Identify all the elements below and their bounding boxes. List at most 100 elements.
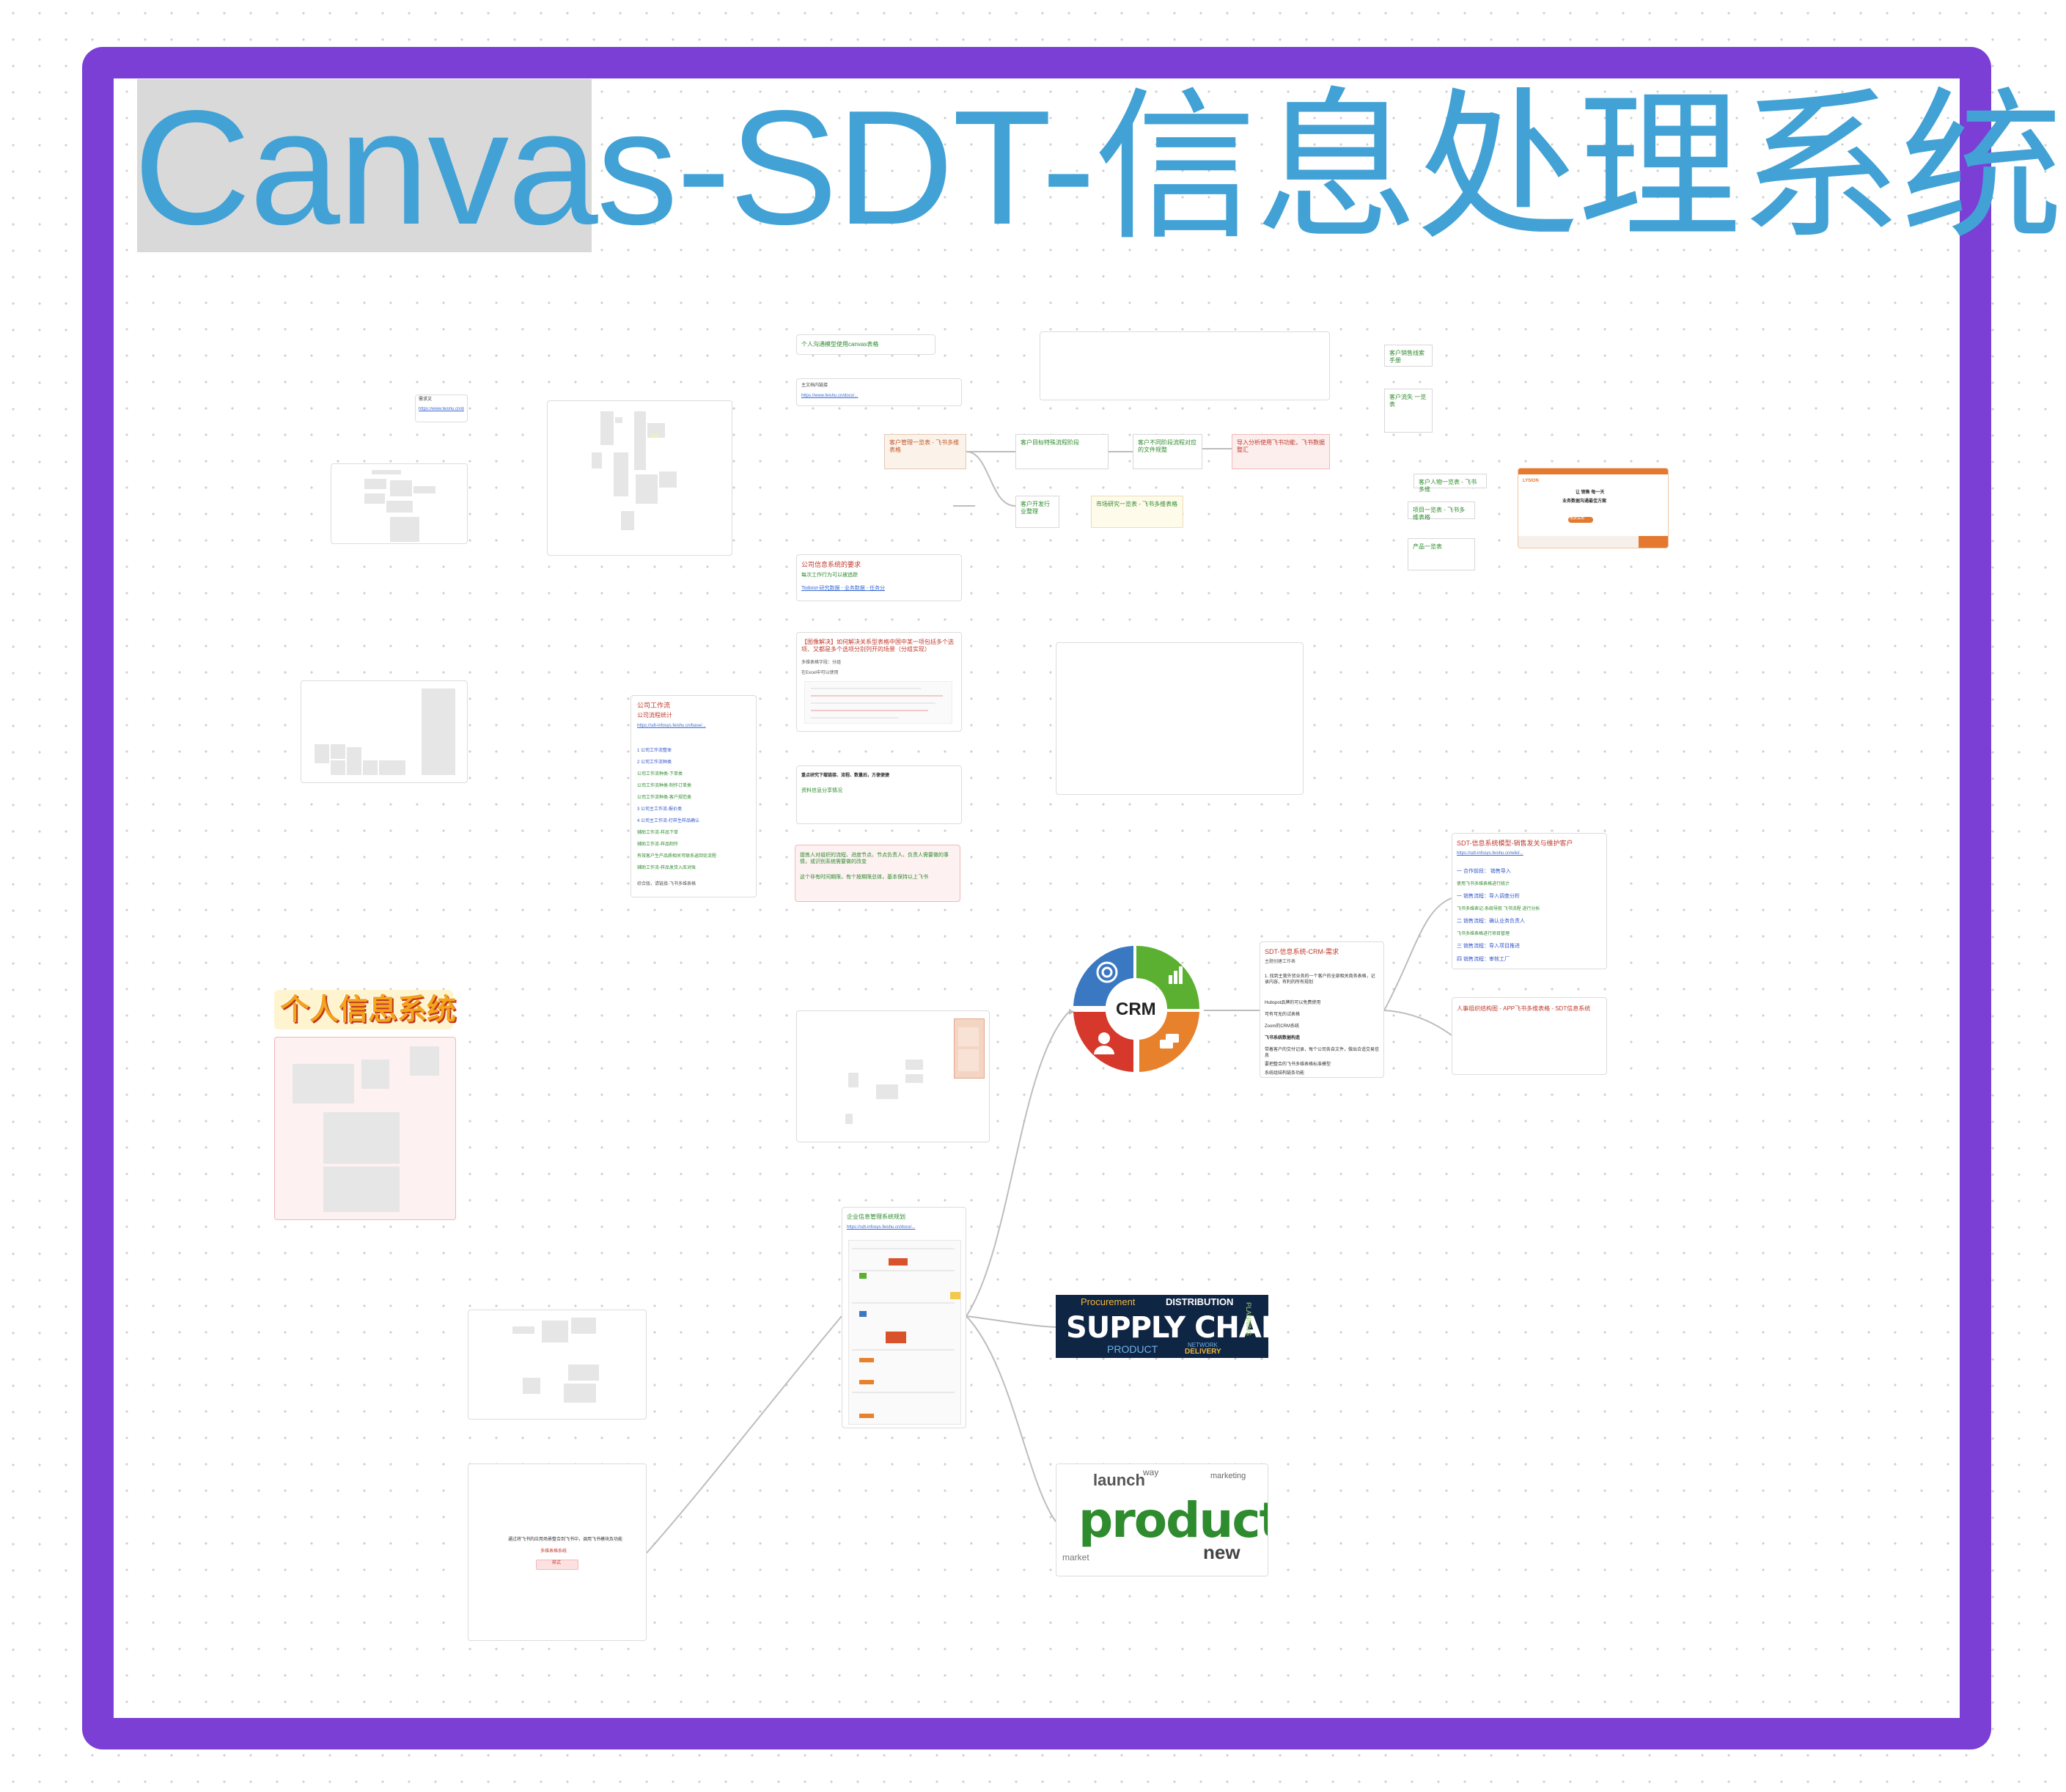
enterprise-title: 企业信息管理系统规划 [847, 1213, 905, 1220]
flow-node-1[interactable]: 客户目标特殊流程阶段 [1015, 434, 1109, 469]
bottom-note-line1: 通过将飞书的应用场景整合到飞书中，调用飞书模块及功能 [508, 1538, 623, 1542]
website-top-bar [1518, 469, 1668, 474]
website-preview-card[interactable]: LYSION 让 销售 每一天 业务数据沟通最佳方案 免费试用 [1518, 468, 1669, 548]
mindmap-thumbnail[interactable] [547, 400, 732, 556]
solution-table-preview [804, 681, 952, 724]
page-title[interactable]: Canvas-SDT-信息处理系统 [133, 62, 2063, 274]
requirements-line: 每次工作行为可以被追踪 [801, 573, 858, 578]
empty-right-card[interactable] [1056, 642, 1304, 795]
workflow-item-10[interactable]: 辅助工作流-样品发货入库对账 [637, 866, 696, 872]
sales-item-6: 三 销售流程：导入项目推进 [1457, 944, 1520, 949]
crm-doc-line-3: Zoom的CRM系统 [1265, 1024, 1300, 1029]
bottom-note-card[interactable]: 通过将飞书的应用场景整合到飞书中，调用飞书模块及功能 多维表格系统 样式 [468, 1464, 647, 1641]
workflow-item-3[interactable]: 公司工作流种类-制作订单类 [637, 784, 691, 790]
personal-info-sticker-text: 个人信息系统 [280, 993, 456, 1027]
diagram-thumbnail-b[interactable] [468, 1310, 647, 1420]
empty-top-card[interactable] [1040, 331, 1330, 400]
flow-node-4[interactable]: 客户开发行业整理 [1015, 496, 1059, 528]
goal-card[interactable]: 重点研究下载链接、流程、数量后，方便便捷 资料信息分享情况 [796, 765, 962, 824]
sales-item-0: 一 合作前段： 销售导入 [1457, 869, 1511, 874]
website-footer-accent [1639, 536, 1668, 548]
crm-doc-card[interactable]: SDT-信息系统-CRM-需求 主题创建工作表 1. 找到主营外贸业务的一个客户… [1260, 941, 1384, 1078]
product-cloud-word-4: market [1062, 1552, 1089, 1563]
table-thumbnail[interactable] [301, 680, 468, 783]
hr-doc-card[interactable]: 人事组织结构图 - APP飞书多维表格 - SDT信息系统 [1452, 997, 1607, 1075]
requirements-link[interactable]: Todoist-研究数据 - 业务数据 - 任务分 [801, 586, 885, 592]
supply-chain-word-4: DELIVERY [1185, 1348, 1221, 1356]
crm-doc-sub: 主题创建工作表 [1265, 960, 1296, 964]
goal-line1: 重点研究下载链接、流程、数量后，方便便捷 [801, 774, 890, 778]
flow-node-2[interactable]: 客户不同阶段流程对应的文件规整 [1133, 434, 1202, 469]
personal-info-sticker[interactable]: 个人信息系统 [274, 990, 456, 1029]
workflow-item-0[interactable]: 1 公司工作流整体 [637, 749, 672, 754]
sales-doc-link[interactable]: https://sdt-infosys.feishu.cn/wiki/... [1457, 851, 1523, 857]
sales-item-5: 飞书多维表格进行项目管理 [1457, 932, 1510, 936]
sales-doc-card[interactable]: SDT-信息系统模型-销售发关与维护客户 https://sdt-infosys… [1452, 833, 1607, 969]
workflow-item-11[interactable]: 综合版，请链接-飞书多维表格 [637, 882, 696, 888]
workflow-item-2[interactable]: 公司工作流种类-下单类 [637, 772, 683, 778]
small-ref-link[interactable]: https://www.feishu.cn/docx/... [419, 407, 464, 413]
solution-card[interactable]: 【图像解决】如何解决关系型表格中国中某一项包括多个选项、又都是多个选项分别列开的… [796, 632, 962, 732]
flow-node-start[interactable]: 客户管理一览表 - 飞书多维表格 [884, 434, 966, 469]
crm-doc-line-0: 1. 找到主营外贸业务的一个客户的全部相关商务表格，记录内容，有利的所有规划 [1265, 974, 1375, 985]
side-note-a[interactable]: 客户销售线索手册 [1384, 345, 1433, 367]
enterprise-table-preview [848, 1240, 961, 1425]
canvas-board[interactable] [114, 78, 1960, 1718]
sales-item-7: 四 销售流程：审核工厂 [1457, 957, 1510, 962]
top-note-card[interactable]: 个人沟通模型使用canvas表格 [796, 334, 935, 355]
flow-node-5[interactable]: 市场研究一览表 - 飞书多维表格 [1091, 496, 1183, 528]
sales-item-4: 二 销售流程：确认业务负责人 [1457, 919, 1525, 924]
workflow-item-4[interactable]: 公司工作流种类-客户规范类 [637, 796, 691, 801]
workflow-item-5[interactable]: 3 公司主工作流-报价类 [637, 807, 682, 813]
requirements-title: 公司信息系统的要求 [801, 561, 861, 568]
workflow-card[interactable]: 公司工作流 公司流程统计 https://sdt-infosys.feishu.… [631, 695, 757, 897]
enterprise-plan-card[interactable]: 企业信息管理系统规划 https://sdt-infosys.feishu.cn… [842, 1207, 966, 1428]
supply-chain-word-2: PRODUCT [1107, 1343, 1158, 1355]
website-brand: LYSION [1523, 479, 1539, 483]
goal-line2: 资料信息分享情况 [801, 788, 842, 793]
diagram-thumbnail-a[interactable] [331, 463, 468, 544]
sales-item-2: 一 销售流程：导入调查分析 [1457, 894, 1520, 899]
top-link-label: 主文档内链接 [801, 383, 828, 388]
supply-chain-word-5: PLANNING [1245, 1302, 1252, 1337]
requirements-card[interactable]: 公司信息系统的要求 每次工作行为可以被追踪 Todoist-研究数据 - 业务数… [796, 554, 962, 601]
enterprise-link[interactable]: https://sdt-infosys.feishu.cn/docx/... [847, 1225, 915, 1231]
personal-info-board[interactable] [274, 1037, 456, 1220]
top-link-card[interactable]: 主文档内链接 https://www.feishu.cn/docx/... [796, 378, 962, 406]
solution-sub1: 多维表格字段：分组 [801, 661, 842, 665]
sales-item-1: 使用飞书多维表格进行统计 [1457, 882, 1510, 886]
crm-doc-title: SDT-信息系统-CRM-需求 [1265, 948, 1339, 955]
process-card[interactable]: 提炼人对组织的流程、进度节点、节点负责人、负责人需要做的事情，或识别系统需要做的… [795, 845, 960, 902]
bottom-note-button-label: 样式 [552, 1561, 562, 1565]
website-headline: 让 销售 每一天 [1576, 491, 1605, 495]
side-note-e[interactable]: 产品一览表 [1408, 538, 1475, 570]
workflow-item-9[interactable]: 有效客户生产品质相关可联系返回优流程 [637, 854, 716, 860]
solution-sub2: 在Excel中可以使用 [801, 671, 839, 675]
solution-title: 【图像解决】如何解决关系型表格中国中某一项包括多个选项、又都是多个选项分别列开的… [801, 639, 954, 653]
crm-label: CRM [1116, 999, 1156, 1019]
workflow-link[interactable]: https://sdt-infosys.feishu.cn/base/... [637, 724, 706, 730]
top-note-title: 个人沟通模型使用canvas表格 [801, 341, 879, 348]
workflow-title: 公司工作流 [637, 702, 671, 709]
supply-chain-image[interactable]: Procurement DISTRIBUTION SUPPLY CHAIN PR… [1056, 1295, 1268, 1358]
flowchart-thumbnail[interactable] [796, 1010, 990, 1142]
workflow-item-8[interactable]: 辅助工作流-样品制作 [637, 842, 678, 848]
website-sub: 业务数据沟通最佳方案 [1562, 499, 1607, 504]
side-note-b[interactable]: 客户流失 一览表 [1384, 389, 1433, 433]
crm-doc-line-4: 飞书系统数据构造 [1265, 1036, 1301, 1040]
product-word-cloud-image[interactable]: launch product new way marketing market [1056, 1464, 1268, 1576]
side-note-d[interactable]: 项目一览表 - 飞书多维表格 [1408, 502, 1475, 521]
workflow-item-1[interactable]: 2 公司工作流种类 [637, 760, 672, 766]
hr-doc-title: 人事组织结构图 - APP飞书多维表格 - SDT信息系统 [1457, 1005, 1591, 1012]
workflow-item-6[interactable]: 4 公司主工作流-打样生样品确认 [637, 819, 699, 825]
side-note-c[interactable]: 客户人物一览表 - 飞书多维 [1414, 474, 1487, 493]
top-link-url[interactable]: https://www.feishu.cn/docx/... [801, 394, 858, 400]
product-cloud-word-3: marketing [1210, 1472, 1246, 1480]
supply-chain-word-1: DISTRIBUTION [1166, 1296, 1234, 1307]
flow-node-3[interactable]: 导入分析使用飞书功能，飞书数据整汇 [1232, 434, 1330, 469]
crm-doc-line-5: 带着客户的交付记录，每个公司各自文件，做出合适交易信息 [1265, 1048, 1380, 1058]
small-ref-card[interactable]: 需求文 https://www.feishu.cn/docx/... [415, 394, 468, 422]
workflow-item-7[interactable]: 辅助工作流-样品下单 [637, 831, 678, 837]
crm-wheel-image[interactable]: CRM [1069, 941, 1204, 1076]
sales-item-3: 飞书多维表记-系统导航 飞书流程 进行分析 [1457, 907, 1540, 911]
